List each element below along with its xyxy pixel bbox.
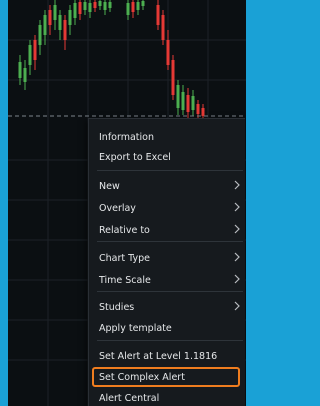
candle-body <box>43 15 47 35</box>
menu-item-label: Apply template <box>99 322 172 334</box>
menu-separator <box>97 291 243 292</box>
chevron-right-icon <box>234 301 240 311</box>
candle-body <box>156 5 160 25</box>
menu-item-time-scale[interactable]: Time Scale <box>89 269 245 291</box>
candle-body <box>108 2 112 8</box>
candle-body <box>201 108 205 116</box>
candle-body <box>171 60 175 95</box>
candle-body <box>68 10 72 25</box>
menu-item-label: Information <box>99 131 154 143</box>
candle-body <box>58 15 62 30</box>
menu-item-set-alert-at-level-1-1816[interactable]: Set Alert at Level 1.1816 <box>89 345 245 367</box>
candle-body <box>166 40 170 65</box>
chevron-right-icon <box>234 252 240 262</box>
candle-body <box>23 68 27 82</box>
candle-body <box>78 2 82 14</box>
candle-body <box>161 15 165 40</box>
menu-separator <box>97 340 243 341</box>
candle-body <box>191 96 195 110</box>
menu-item-new[interactable]: New <box>89 175 245 197</box>
menu-item-label: Chart Type <box>99 252 150 264</box>
menu-item-label: Export to Excel <box>99 151 171 163</box>
candle-body <box>38 25 42 45</box>
menu-item-label: Overlay <box>99 202 136 214</box>
candle-body <box>93 2 97 8</box>
chevron-right-icon <box>234 180 240 190</box>
candle-body <box>136 2 140 10</box>
candle-body <box>176 85 180 108</box>
menu-item-chart-type[interactable]: Chart Type <box>89 247 245 269</box>
candle-body <box>141 1 145 6</box>
price-chart[interactable]: Information Export to Excel New Overlay Rela… <box>8 0 246 406</box>
menu-separator <box>97 241 243 242</box>
menu-item-label: New <box>99 180 120 192</box>
menu-item-set-complex-alert[interactable]: Set Complex Alert <box>89 366 245 388</box>
menu-item-apply-template[interactable]: Apply template <box>89 317 245 339</box>
menu-item-label: Set Complex Alert <box>99 371 185 383</box>
menu-item-relative-to[interactable]: Relative to <box>89 219 245 241</box>
menu-item-information[interactable]: Information <box>89 126 245 148</box>
candle-body <box>181 92 185 110</box>
context-menu: Information Export to Excel New Overlay Rela… <box>88 118 245 406</box>
menu-item-overlay[interactable]: Overlay <box>89 197 245 219</box>
candle-body <box>98 1 102 6</box>
menu-item-label: Set Alert at Level 1.1816 <box>99 350 218 362</box>
menu-item-alert-central[interactable]: Alert Central <box>89 387 245 406</box>
candle-body <box>18 62 22 78</box>
menu-item-export-to-excel[interactable]: Export to Excel <box>89 146 245 168</box>
chevron-right-icon <box>234 224 240 234</box>
menu-item-label: Studies <box>99 301 135 313</box>
menu-item-studies[interactable]: Studies <box>89 296 245 318</box>
candle-body <box>103 2 107 10</box>
candle-body <box>63 20 67 40</box>
candle-body <box>88 3 92 12</box>
menu-separator <box>97 170 243 171</box>
candle-body <box>186 95 190 112</box>
candle-body <box>126 3 130 15</box>
candle-body <box>28 45 32 65</box>
menu-item-label: Time Scale <box>99 274 151 286</box>
candle-body <box>131 2 135 12</box>
chevron-right-icon <box>234 274 240 284</box>
candle-body <box>83 2 87 10</box>
menu-item-label: Alert Central <box>99 392 160 404</box>
candle-body <box>53 5 57 20</box>
menu-item-label: Relative to <box>99 224 150 236</box>
chevron-right-icon <box>234 202 240 212</box>
candle-body <box>196 104 200 114</box>
candle-body <box>48 10 52 25</box>
candle-body <box>33 40 37 60</box>
candle-body <box>73 3 77 18</box>
